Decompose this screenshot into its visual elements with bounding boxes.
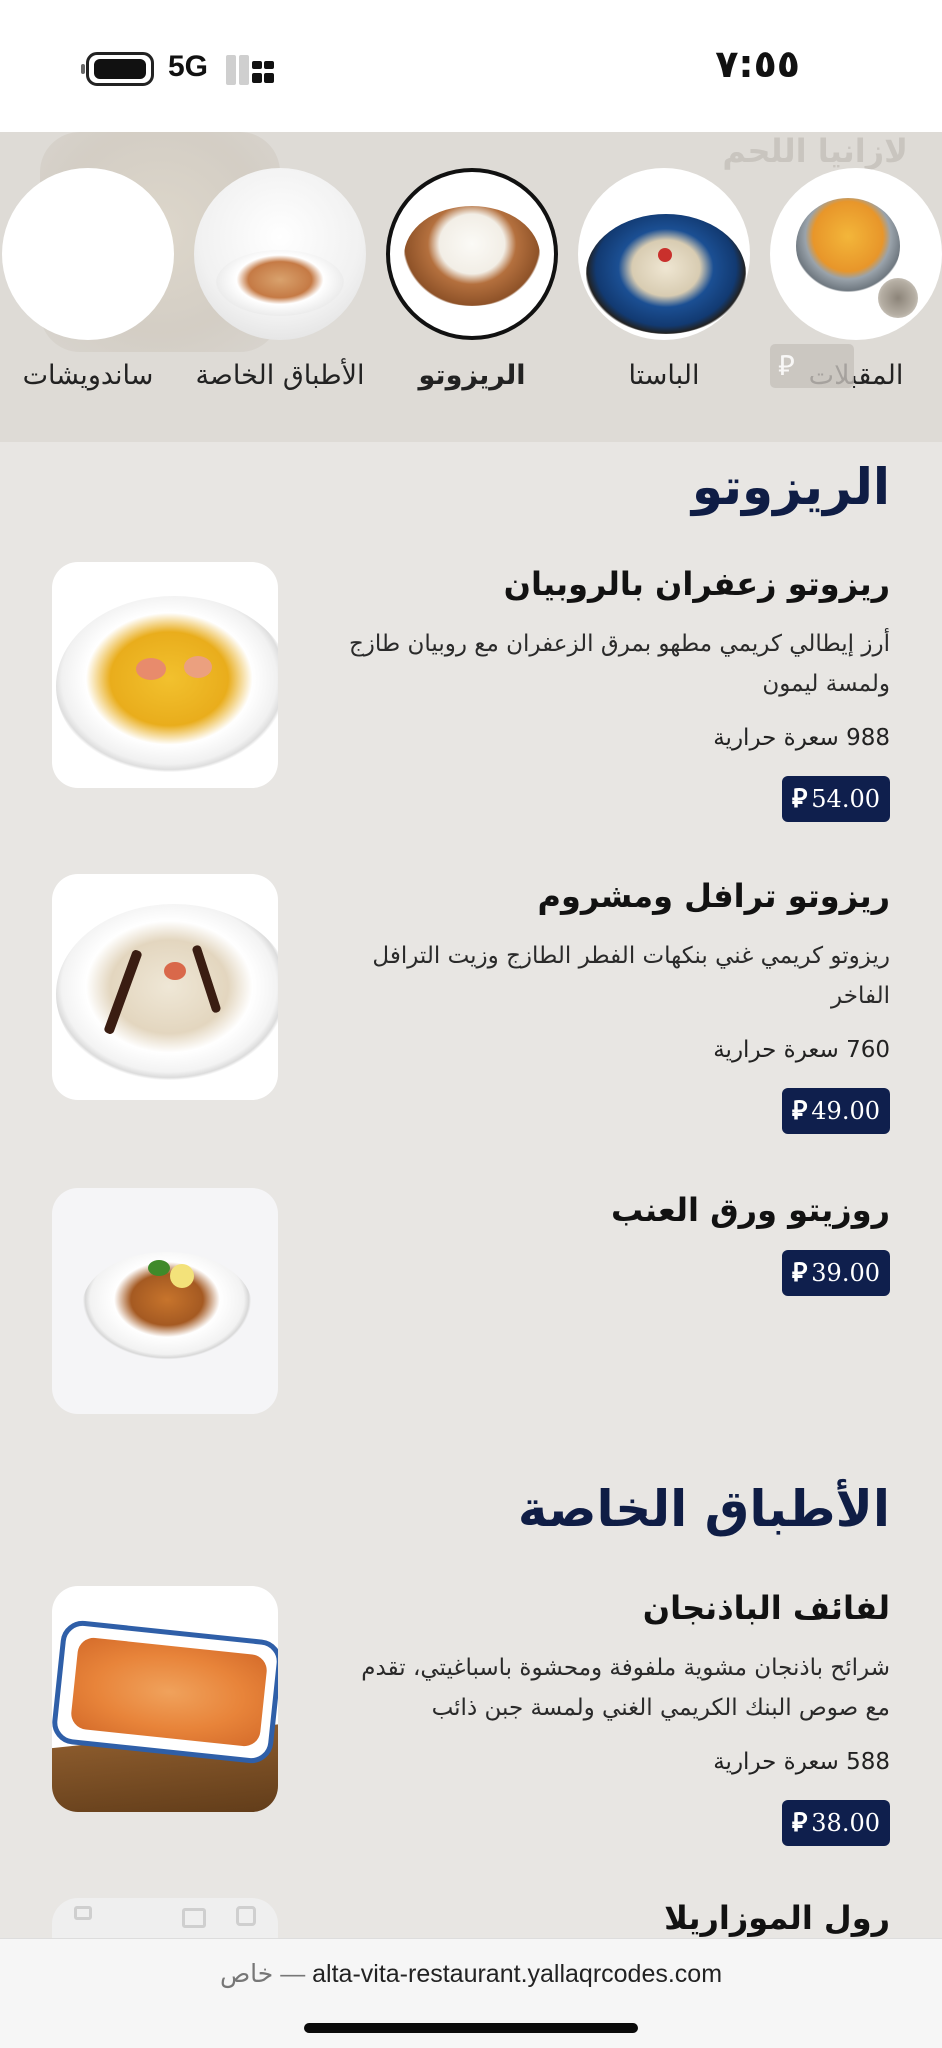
dish-image — [52, 874, 278, 1100]
status-bar: ٧:٥٥ 5G — [0, 0, 942, 132]
category-pasta[interactable]: الباستا — [578, 168, 750, 398]
menu-item[interactable]: روزيتو ورق العنب ⃁ 39.00 — [0, 1188, 942, 1418]
item-calories: 988 سعرة حرارية — [330, 718, 890, 758]
category-label: ساندويشات — [22, 360, 154, 391]
calories-label: سعرة حرارية — [713, 725, 839, 751]
dish-image — [52, 1188, 278, 1414]
menu-item[interactable]: رول الموزاريلا — [0, 1896, 942, 1938]
dish-image — [52, 1586, 278, 1812]
category-special-dishes[interactable]: الأطباق الخاصة — [194, 168, 366, 398]
item-calories: 588 سعرة حرارية — [330, 1742, 890, 1782]
category-image — [2, 168, 174, 340]
riyal-icon: ⃁ — [791, 1258, 808, 1288]
item-description: شرائح باذنجان مشوية ملفوفة ومحشوة باسباغ… — [361, 1655, 890, 1721]
calories-value: 760 — [846, 1037, 890, 1063]
riyal-icon: ⃁ — [791, 784, 808, 814]
item-details: روزيتو ورق العنب ⃁ 39.00 — [330, 1188, 890, 1296]
price-badge: ⃁ 39.00 — [781, 1250, 890, 1296]
riyal-icon: ⃁ — [778, 349, 795, 382]
item-description: أرز إيطالي كريمي مطهو بمرق الزعفران مع ر… — [348, 631, 890, 697]
ghost-price-chip: ⃁ — [770, 344, 854, 388]
category-image — [578, 168, 750, 340]
category-label: الريزوتو — [418, 360, 526, 391]
price-badge: ⃁ 38.00 — [781, 1800, 890, 1846]
menu-item[interactable]: لفائف الباذنجان شرائح باذنجان مشوية ملفو… — [0, 1586, 942, 1846]
calories-label: سعرة حرارية — [713, 1037, 839, 1063]
category-image — [386, 168, 558, 340]
category-risotto[interactable]: الريزوتو — [386, 168, 558, 398]
category-label: الباستا — [628, 360, 700, 391]
item-details: لفائف الباذنجان شرائح باذنجان مشوية ملفو… — [330, 1586, 890, 1846]
url-text[interactable]: alta-vita-restaurant.yallaqrcodes.com — [312, 1960, 722, 1988]
item-name: رول الموزاريلا — [664, 1899, 890, 1937]
home-indicator[interactable] — [304, 2023, 638, 2033]
calories-value: 988 — [846, 725, 890, 751]
ghost-title: لازانيا اللحم — [722, 132, 908, 170]
riyal-icon: ⃁ — [791, 1096, 808, 1126]
item-details: ريزوتو زعفران بالروبيان أرز إيطالي كريمي… — [330, 562, 890, 822]
item-details: رول الموزاريلا — [330, 1896, 890, 1938]
section-title-special-dishes: الأطباق الخاصة — [517, 1480, 890, 1538]
price-badge: ⃁ 54.00 — [781, 776, 890, 822]
category-sandwiches[interactable]: ساندويشات — [2, 168, 174, 398]
url-separator: — — [280, 1960, 306, 1988]
item-name: ريزوتو زعفران بالروبيان — [503, 565, 890, 603]
category-label: الأطباق الخاصة — [195, 360, 365, 391]
item-name: لفائف الباذنجان — [642, 1589, 890, 1627]
url-line[interactable]: خاص — alta-vita-restaurant.yallaqrcodes.… — [0, 1959, 942, 1989]
dish-image-placeholder — [52, 1898, 278, 1938]
category-strip[interactable]: لازانيا اللحم المقبلات الباستا الريزوتو … — [0, 132, 942, 442]
price-value: 49.00 — [811, 1097, 880, 1125]
item-details: ريزوتو ترافل ومشروم ريزوتو كريمي غني بنك… — [330, 874, 890, 1134]
menu-item[interactable]: ريزوتو ترافل ومشروم ريزوتو كريمي غني بنك… — [0, 874, 942, 1134]
category-image — [194, 168, 366, 340]
item-calories: 760 سعرة حرارية — [330, 1030, 890, 1070]
price-value: 39.00 — [811, 1259, 880, 1287]
signal-icon — [226, 55, 274, 85]
private-label: خاص — [219, 1960, 274, 1988]
calories-label: سعرة حرارية — [713, 1749, 839, 1775]
category-image — [770, 168, 942, 340]
item-name: روزيتو ورق العنب — [610, 1191, 890, 1229]
menu-item[interactable]: ريزوتو زعفران بالروبيان أرز إيطالي كريمي… — [0, 562, 942, 822]
network-type: 5G — [168, 50, 209, 83]
battery-icon — [81, 52, 154, 86]
dish-image — [52, 562, 278, 788]
section-title-risotto: الريزوتو — [691, 458, 890, 516]
price-value: 38.00 — [811, 1809, 880, 1837]
item-description: ريزوتو كريمي غني بنكهات الفطر الطازج وزي… — [372, 943, 890, 1009]
browser-url-bar[interactable]: خاص — alta-vita-restaurant.yallaqrcodes.… — [0, 1938, 942, 2048]
price-value: 54.00 — [811, 785, 880, 813]
item-name: ريزوتو ترافل ومشروم — [537, 877, 890, 915]
status-time: ٧:٥٥ — [715, 42, 800, 86]
price-badge: ⃁ 49.00 — [781, 1088, 890, 1134]
riyal-icon: ⃁ — [791, 1808, 808, 1838]
calories-value: 588 — [846, 1749, 890, 1775]
